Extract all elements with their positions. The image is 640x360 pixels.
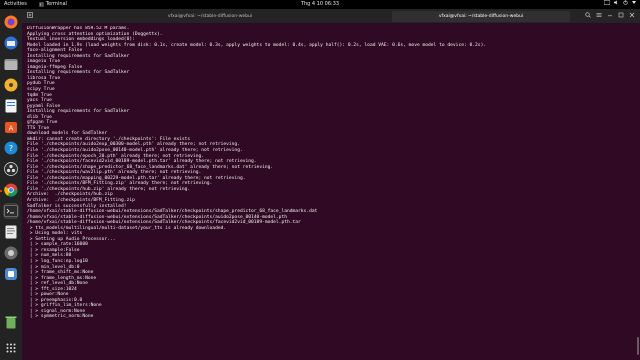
new-tab-button[interactable] <box>26 12 34 20</box>
folder-icon <box>4 58 18 70</box>
software-store-icon: A <box>5 122 17 133</box>
system-tray[interactable] <box>604 0 636 5</box>
new-tab-icon <box>27 12 33 18</box>
scrollbar-thumb[interactable] <box>637 337 639 355</box>
top-bar: Activities Terminal Thg 4 10 06:33 <box>0 0 640 9</box>
dock-chrome[interactable] <box>3 182 19 198</box>
dock-rhythmbox[interactable] <box>3 77 19 93</box>
svg-text:?: ? <box>9 144 13 153</box>
thunderbird-icon <box>4 36 18 50</box>
dock-text-editor[interactable] <box>3 224 19 240</box>
dock-software[interactable]: A <box>3 119 19 135</box>
volume-icon <box>614 0 617 5</box>
music-icon <box>4 78 18 92</box>
search-button[interactable] <box>584 12 592 20</box>
dock-writer[interactable] <box>3 98 19 114</box>
power-icon <box>623 0 628 5</box>
document-icon <box>5 99 17 113</box>
grid-icon <box>6 343 16 353</box>
app-icon <box>4 246 18 260</box>
app-name: Terminal <box>45 1 67 7</box>
menu-button[interactable] <box>595 12 603 20</box>
dock-files[interactable] <box>3 56 19 72</box>
terminal-icon <box>4 205 18 217</box>
terminal-app-icon <box>38 2 44 7</box>
search-icon <box>585 12 591 18</box>
tab-2[interactable]: vfxai@vfxai: ~/stable-diffusion-webui <box>392 11 570 22</box>
dock-thunderbird[interactable] <box>3 35 19 51</box>
window-titlebar[interactable]: vfxai@vfxai: ~/stable-diffusion-webui vf… <box>22 9 640 23</box>
dock-trash[interactable] <box>3 314 19 330</box>
trash-icon <box>5 316 17 329</box>
maximize-icon <box>618 12 624 18</box>
dock-obs[interactable] <box>3 161 19 177</box>
terminal-window[interactable]: vfxai@vfxai: ~/stable-diffusion-webui vf… <box>22 9 640 360</box>
close-button[interactable] <box>628 12 636 20</box>
terminal-line: | > symmetric_norm:None <box>27 314 94 320</box>
close-icon <box>629 12 635 18</box>
chevron-down-icon <box>632 1 636 4</box>
text-editor-icon <box>5 225 17 239</box>
app-menu[interactable]: Terminal <box>38 0 67 9</box>
obs-icon <box>4 162 18 176</box>
clock[interactable]: Thg 4 10 06:33 <box>301 0 339 9</box>
dock-firefox[interactable] <box>3 14 19 30</box>
terminal-active-indicator <box>0 190 2 192</box>
network-icon <box>604 0 610 5</box>
show-applications-button[interactable] <box>3 340 19 356</box>
dock-app[interactable] <box>3 245 19 261</box>
svg-text:A: A <box>9 125 14 133</box>
minimize-icon <box>608 15 612 17</box>
dock-terminal[interactable] <box>3 203 19 219</box>
app-icon <box>5 268 17 280</box>
terminal-scrollbar[interactable] <box>637 25 639 355</box>
activities-button[interactable]: Activities <box>4 0 27 9</box>
maximize-button[interactable] <box>617 12 625 20</box>
firefox-icon <box>4 15 18 29</box>
dock-app-2[interactable] <box>3 266 19 282</box>
terminal-output[interactable]: DiffusionWrapper has 859.52 M params. App… <box>27 26 627 356</box>
hamburger-menu-icon <box>596 13 602 17</box>
tab-1[interactable]: vfxai@vfxai: ~/stable-diffusion-webui <box>120 11 300 22</box>
minimize-button[interactable] <box>606 12 614 20</box>
dock-help[interactable]: ? <box>3 140 19 156</box>
help-icon: ? <box>4 141 18 155</box>
dock: A ? <box>0 9 22 360</box>
chrome-icon <box>4 183 18 197</box>
